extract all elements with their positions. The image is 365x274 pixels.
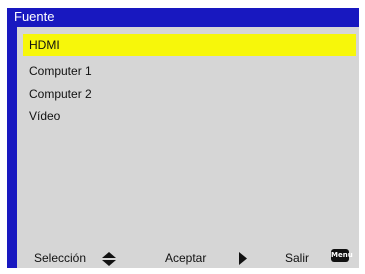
menu-item-computer-2[interactable]: Computer 2 [23,83,356,105]
osd-menu: Fuente HDMI Computer 1 Computer 2 Vídeo … [0,0,365,274]
exit-hint-label: Salir [285,251,310,265]
menu-item-computer-1[interactable]: Computer 1 [23,60,356,82]
menu-key-icon: Menu [331,249,353,262]
accept-hint-label: Aceptar [165,251,207,265]
footer-hints: Selección Aceptar Salir Menu [17,249,359,267]
select-hint-label: Selección [34,251,87,265]
menu-frame: HDMI Computer 1 Computer 2 Vídeo Selecci… [7,26,359,268]
menu-panel: HDMI Computer 1 Computer 2 Vídeo Selecci… [17,27,359,268]
menu-item-video[interactable]: Vídeo [23,105,356,127]
up-down-arrows-icon [101,251,117,272]
right-arrow-icon [238,252,248,270]
window-title: Fuente [7,8,359,26]
menu-item-hdmi[interactable]: HDMI [23,34,356,56]
